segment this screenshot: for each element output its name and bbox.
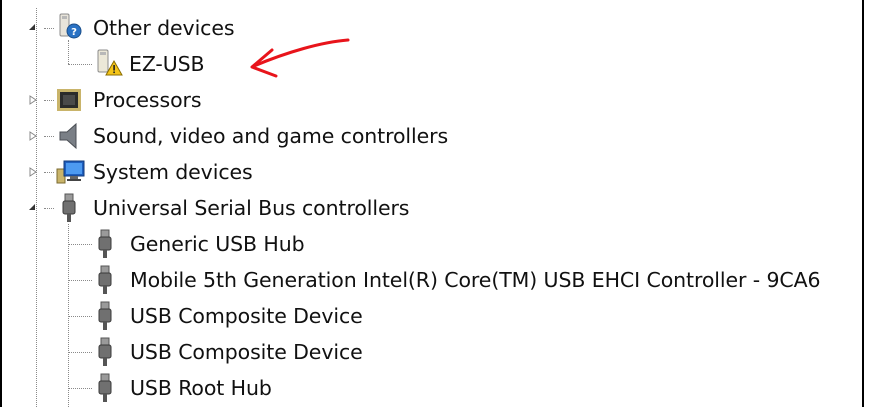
tree-line-branch [44, 100, 54, 101]
tree-item-label: Sound, video and game controllers [93, 124, 449, 148]
tree-item-label: Generic USB Hub [130, 232, 305, 256]
tree-item-processors[interactable]: Processors [93, 83, 202, 117]
tree-line-usb-child [68, 316, 92, 317]
tree-line-branch [44, 208, 54, 209]
tree-item-usb-controllers[interactable]: Universal Serial Bus controllers [93, 191, 409, 225]
collapse-arrow-icon[interactable] [27, 22, 37, 32]
system-computer-icon [56, 160, 85, 184]
usb-plug-icon [98, 337, 112, 366]
tree-item-ez-usb[interactable]: EZ-USB [129, 47, 205, 81]
tree-item-label: USB Root Hub [130, 376, 272, 400]
tree-item-usb-composite-device[interactable]: USB Composite Device [130, 335, 363, 369]
red-arrow-annotation [250, 38, 350, 78]
expand-arrow-icon[interactable] [28, 95, 38, 105]
tree-line-usb-child [68, 280, 92, 281]
tree-item-label: Universal Serial Bus controllers [93, 196, 410, 220]
tree-item-other-devices[interactable]: Other devices [93, 11, 235, 45]
tree-item-label: Other devices [93, 16, 235, 40]
tree-line-ez-usb [68, 64, 92, 65]
tree-line-usb-child [68, 352, 92, 353]
svg-text:?: ? [71, 27, 77, 38]
expand-arrow-icon[interactable] [28, 167, 38, 177]
tree-item-usb-composite-device[interactable]: USB Composite Device [130, 299, 363, 333]
tree-item-ehci-controller[interactable]: Mobile 5th Generation Intel(R) Core(TM) … [130, 263, 821, 297]
tree-item-label: EZ-USB [129, 52, 205, 76]
tree-item-label: Processors [93, 88, 202, 112]
tree-item-sound-video-game[interactable]: Sound, video and game controllers [93, 119, 448, 153]
tree-item-label: System devices [93, 160, 253, 184]
device-tree-panel: ? Other devices EZ-USB Processors Sound,… [0, 0, 864, 407]
usb-plug-icon [98, 265, 112, 294]
usb-plug-icon [98, 373, 112, 402]
processor-chip-icon [57, 89, 81, 111]
tree-line-usb-child [68, 388, 92, 389]
tree-item-usb-root-hub[interactable]: USB Root Hub [130, 371, 272, 405]
tree-item-generic-usb-hub[interactable]: Generic USB Hub [130, 227, 305, 261]
unknown-device-icon: ? [59, 13, 82, 39]
collapse-arrow-icon[interactable] [27, 202, 37, 212]
speaker-icon [59, 122, 77, 150]
tree-line-usb-child [68, 244, 92, 245]
tree-item-label: USB Composite Device [130, 304, 363, 328]
usb-plug-icon [98, 301, 112, 330]
usb-plug-icon [62, 193, 76, 222]
warning-device-icon [97, 49, 123, 76]
tree-line-branch [44, 136, 54, 137]
usb-plug-icon [98, 229, 112, 258]
tree-line-other-devices [68, 40, 69, 64]
expand-arrow-icon[interactable] [28, 131, 38, 141]
tree-line-branch [44, 28, 54, 29]
tree-item-label: USB Composite Device [130, 340, 363, 364]
tree-item-label: Mobile 5th Generation Intel(R) Core(TM) … [130, 268, 821, 292]
tree-line-branch [44, 172, 54, 173]
tree-item-system-devices[interactable]: System devices [93, 155, 253, 189]
